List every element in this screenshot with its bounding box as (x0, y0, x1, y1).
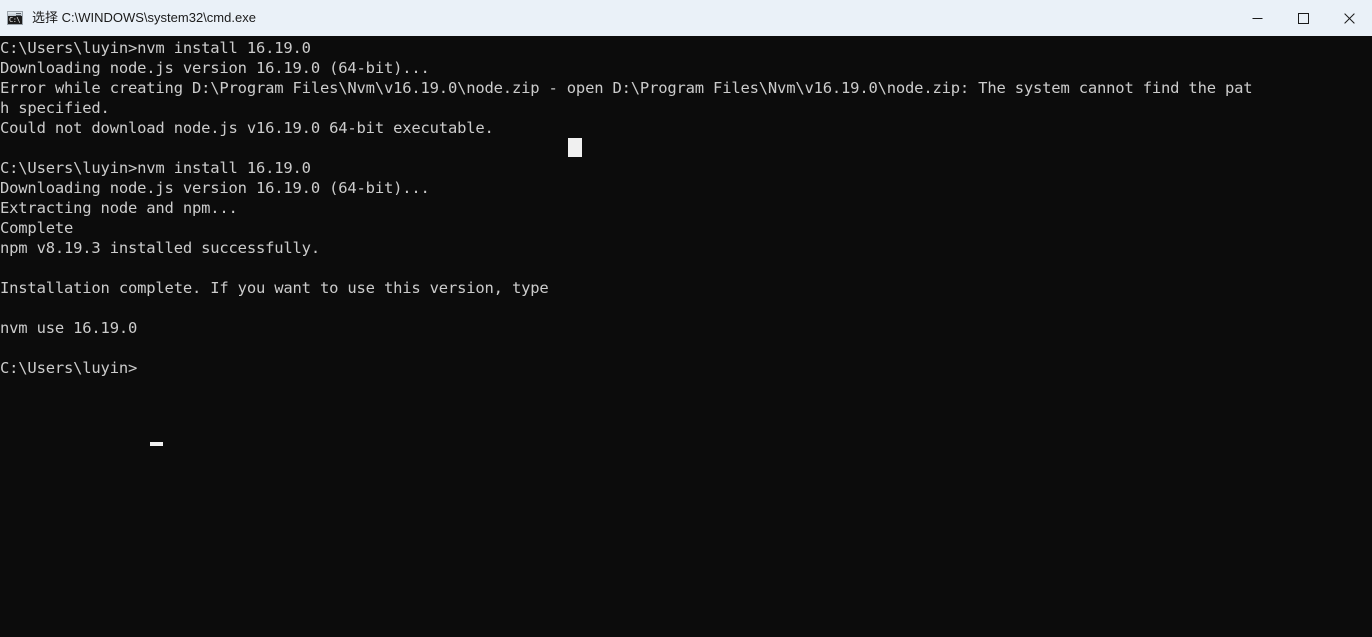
window-titlebar[interactable]: C:\ 选择 C:\WINDOWS\system32\cmd.exe (0, 0, 1372, 36)
close-icon (1343, 12, 1355, 24)
console-line: npm v8.19.3 installed successfully. (0, 239, 320, 257)
console-line: nvm use 16.19.0 (0, 319, 138, 337)
console-surface[interactable]: C:\Users\luyin>nvm install 16.19.0 Downlo… (0, 36, 1372, 637)
maximize-icon (1297, 12, 1309, 24)
cmd-window: C:\ 选择 C:\WINDOWS\system32\cmd.exe C:\Us… (0, 0, 1372, 637)
console-line: h specified. (0, 99, 110, 117)
console-caret (150, 442, 163, 446)
window-controls (1234, 0, 1372, 36)
console-line: C:\Users\luyin> (0, 359, 138, 377)
console-line: Extracting node and npm... (0, 199, 238, 217)
minimize-button[interactable] (1234, 0, 1280, 36)
console-line: Installation complete. If you want to us… (0, 279, 549, 297)
console-line: Complete (0, 219, 74, 237)
console-output[interactable]: C:\Users\luyin>nvm install 16.19.0 Downlo… (0, 38, 1372, 378)
console-line: Downloading node.js version 16.19.0 (64-… (0, 59, 430, 77)
console-line: Downloading node.js version 16.19.0 (64-… (0, 179, 430, 197)
console-line: Error while creating D:\Program Files\Nv… (0, 79, 1253, 97)
console-line: C:\Users\luyin>nvm install 16.19.0 (0, 159, 311, 177)
console-line: Could not download node.js v16.19.0 64-b… (0, 119, 512, 137)
minimize-icon (1252, 17, 1262, 19)
close-button[interactable] (1326, 0, 1372, 36)
console-line: C:\Users\luyin>nvm install 16.19.0 (0, 39, 311, 57)
console-block-cursor (568, 138, 582, 157)
cmd-icon-prompt-text: C:\ (9, 16, 21, 24)
window-title: 选择 C:\WINDOWS\system32\cmd.exe (32, 10, 256, 25)
cmd-exe-icon: C:\ (7, 11, 23, 25)
maximize-button[interactable] (1280, 0, 1326, 36)
